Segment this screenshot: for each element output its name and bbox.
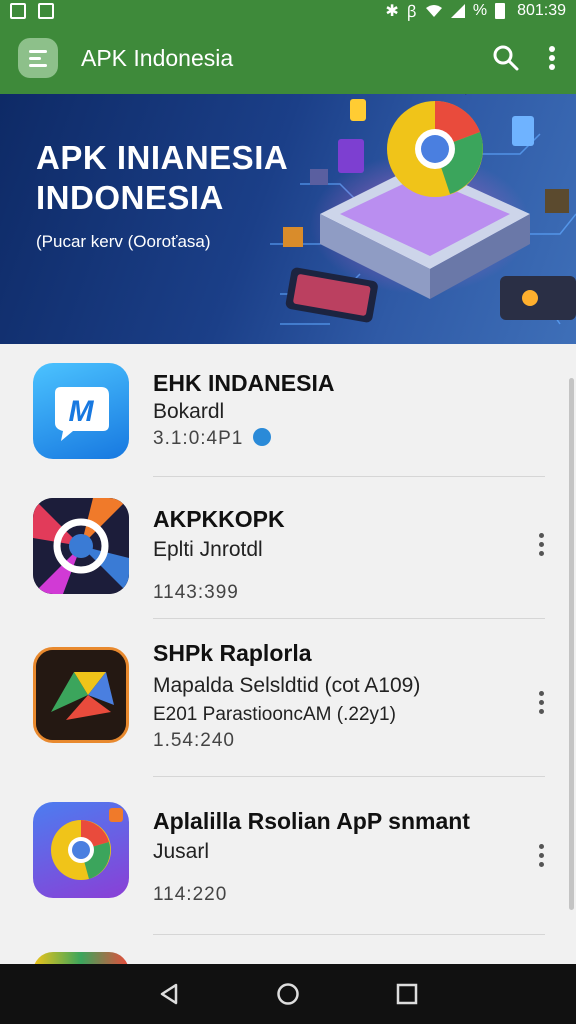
app-developer: Eplti Jnrotdl [153,538,263,561]
app-version: 114:220 [153,884,228,905]
status-bar: ✱ ꞵ % 801:39 [0,0,576,22]
app-version: 1143:399 [153,582,239,603]
scrollbar[interactable] [569,378,574,910]
banner-heading-line2: INDONESIA [36,179,224,216]
search-icon[interactable] [492,44,520,72]
more-options-icon[interactable] [530,687,552,717]
navigation-bar [0,964,576,1024]
app-title: AKPKKOPK [153,506,285,532]
app-version: 1.54:240 [153,730,235,751]
app-developer: Jusarl [153,840,210,863]
app-meta: 3.1:0:4P1 [153,428,271,450]
app-icon [33,647,129,743]
app-title: APK Indonesia [81,44,234,71]
app-icon [33,802,129,898]
promo-banner[interactable]: APK INIANESIA INDONESIA (Pucar kerv (Oor… [0,94,576,344]
divider [153,934,545,935]
app-developer: E201 ParastiooncAM (.22y1) [153,704,396,725]
app-title: EHK INDANESIA [153,370,335,396]
battery-percent-text: % [472,2,488,19]
app-icon: M [33,363,129,459]
app-icon [33,498,129,594]
overflow-menu-icon[interactable] [548,45,556,71]
app-logo-icon[interactable] [18,38,58,78]
app-title: Aplalilla Rsolian ApP snmant [153,808,470,834]
more-options-icon[interactable] [530,840,552,870]
image-notification-icon [38,3,54,19]
banner-heading: APK INIANESIA INDONESIA [36,138,336,218]
banner-heading-line1: APK INIANESIA [36,139,289,176]
divider [153,476,545,477]
app-title: SHPk Raplorla [153,640,312,666]
back-icon[interactable] [157,982,181,1006]
app-bar: APK Indonesia [0,22,576,94]
banner-illustration [270,94,576,325]
vibrate-icon: ꞵ [406,4,417,21]
app-icon [33,952,129,964]
app-description: Mapalda Selsldtid (cot A109) [153,674,421,697]
more-options-icon[interactable] [530,529,552,559]
list-item[interactable]: SHPk Raplorla Mapalda Selsldtid (cot A10… [0,620,576,778]
list-item[interactable] [0,936,576,964]
status-time: 801:39 [517,2,566,19]
signal-icon [450,4,465,18]
list-item[interactable]: M EHK INDANESIA Bokardl 3.1:0:4P1 [0,344,576,484]
list-item[interactable]: AKPKKOPK Eplti Jnrotdl 1143:399 [0,478,576,620]
home-icon[interactable] [276,982,300,1006]
bluetooth-icon: ✱ [385,3,399,20]
banner-subtitle: (Pucar kerv (Ooroťasa) [36,232,211,251]
divider [153,618,545,619]
verified-icon [252,428,271,446]
svg-text:M: M [69,395,95,428]
wifi-icon [425,5,442,17]
battery-icon [495,3,506,19]
app-list: M EHK INDANESIA Bokardl 3.1:0:4P1 AKPKKO… [0,344,576,964]
app-developer: Bokardl [153,400,225,423]
notification-icon [10,3,26,19]
recents-icon[interactable] [395,982,419,1006]
list-item[interactable]: Aplalilla Rsolian ApP snmant Jusarl 114:… [0,778,576,936]
app-version: 3.1:0:4P1 [153,428,244,449]
divider [153,776,545,777]
